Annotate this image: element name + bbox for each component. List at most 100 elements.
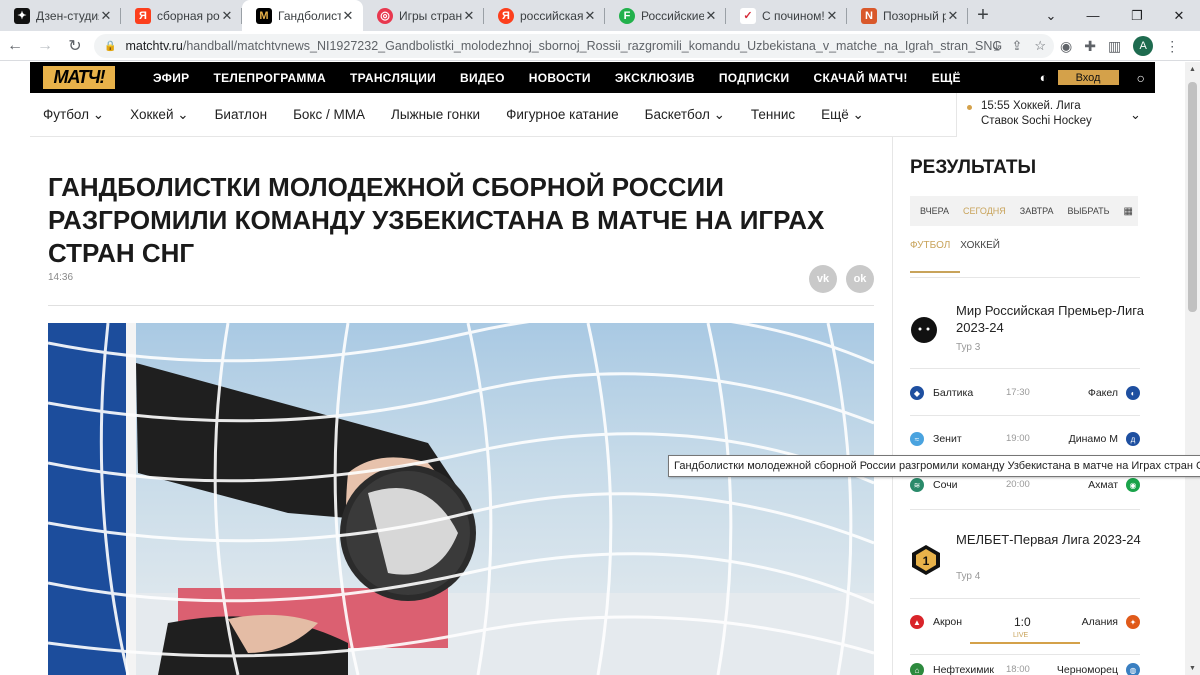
results-sidebar: РЕЗУЛЬТАТЫ ВЧЕРА СЕГОДНЯ ЗАВТРА ВЫБРАТЬ … [892, 137, 1155, 675]
browser-tab[interactable]: Я сборная рос ✕ [121, 0, 242, 31]
zenit-logo-icon: ≈ [910, 432, 924, 446]
chevron-down-icon: ⌄ [713, 106, 725, 122]
match-row[interactable]: ◆ Балтика 17:30 Факел ◐ [910, 384, 1140, 404]
scroll-down-icon[interactable]: ▼ [1185, 661, 1200, 675]
install-app-icon[interactable]: ⤓ [994, 38, 1000, 54]
live-progress [970, 642, 1080, 644]
league-name: Мир Российская Премьер-Лига 2023-24 [956, 303, 1144, 335]
nav-item-efir[interactable]: ЭФИР [141, 71, 201, 85]
day-today[interactable]: СЕГОДНЯ [963, 206, 1006, 216]
sport-figure-skating[interactable]: Фигурное катание [493, 107, 632, 122]
browser-tab[interactable]: Я российская с ✕ [484, 0, 605, 31]
address-bar[interactable]: 🔒 matchtv.ru/handball/matchtvnews_NI1927… [94, 34, 1054, 58]
chevron-down-icon: ⌄ [177, 106, 189, 122]
match-row[interactable]: ≋ Сочи 20:00 Ахмат ◉ [910, 476, 1140, 496]
nav-item-exclusive[interactable]: ЭКСКЛЮЗИВ [603, 71, 707, 85]
restore-icon[interactable]: ❐ [1116, 0, 1158, 31]
back-icon[interactable]: ← [0, 31, 30, 61]
ok-share-icon[interactable]: ok [846, 265, 874, 293]
divider [48, 305, 874, 306]
share-label: vk [816, 273, 830, 285]
vk-share-icon[interactable]: vk [809, 265, 837, 293]
new-tab-button[interactable]: + [968, 0, 998, 31]
extension-icon[interactable]: ◉ [1060, 38, 1072, 55]
calendar-icon[interactable]: ▦ [1124, 206, 1133, 217]
browser-tab-active[interactable]: M Гандболистк ✕ [242, 0, 363, 31]
sport-biathlon[interactable]: Биатлон [202, 107, 281, 122]
sport-skiing[interactable]: Лыжные гонки [378, 107, 493, 122]
sport-more[interactable]: Ещё ⌄ [808, 107, 877, 123]
divider [910, 598, 1140, 599]
nav-item-download-app[interactable]: СКАЧАЙ МАТЧ! [801, 71, 919, 85]
league-block[interactable]: 1 МЕЛБЕТ-Первая Лига 2023-24 Тур 4 [910, 531, 1141, 582]
away-team: Факел [1087, 387, 1118, 399]
page-scrollbar[interactable]: ▲ ▼ [1185, 62, 1200, 675]
puzzle-icon[interactable]: ✚ [1084, 38, 1096, 55]
league-block[interactable]: Мир Российская Премьер-Лига 2023-24 Тур … [910, 302, 1144, 353]
nav-item-broadcasts[interactable]: ТРАНСЛЯЦИИ [338, 71, 448, 85]
live-badge: LIVE [1013, 632, 1029, 639]
day-tomorrow[interactable]: ЗАВТРА [1020, 206, 1054, 216]
tab-title: С почином! [762, 8, 825, 23]
share-icon[interactable]: ⇪ [1011, 38, 1022, 54]
home-team: Акрон [933, 616, 963, 628]
tab-search-icon[interactable]: ⌄ [1030, 0, 1072, 31]
nav-item-video[interactable]: ВИДЕО [448, 71, 517, 85]
close-icon[interactable]: ✕ [946, 8, 960, 24]
scroll-up-icon[interactable]: ▲ [1185, 62, 1200, 76]
avatar[interactable]: A [1133, 36, 1154, 56]
bookmark-star-icon[interactable]: ☆ [1034, 38, 1046, 54]
close-icon[interactable]: ✕ [825, 8, 839, 24]
close-icon[interactable]: ✕ [704, 8, 718, 24]
match-row[interactable]: ⌂ Нефтехимик 18:00 Черноморец ◍ [910, 661, 1140, 675]
day-choose[interactable]: ВЫБРАТЬ [1068, 206, 1110, 216]
nav-item-news[interactable]: НОВОСТИ [517, 71, 603, 85]
minimize-icon[interactable]: — [1072, 0, 1114, 31]
tab-football[interactable]: ФУТБОЛ [910, 240, 961, 273]
alania-logo-icon: ✦ [1126, 615, 1140, 629]
sidepanel-icon[interactable]: ▥ [1108, 38, 1121, 55]
close-icon[interactable]: ✕ [99, 8, 113, 24]
lock-icon[interactable]: 🔒 [104, 41, 116, 52]
tab-hockey[interactable]: ХОККЕЙ [960, 240, 1000, 273]
browser-tab[interactable]: ◎ Игры стран С ✕ [363, 0, 484, 31]
forward-icon[interactable]: → [30, 31, 60, 61]
premier-league-icon [911, 317, 937, 343]
nav-item-more[interactable]: ЕЩЁ [920, 71, 973, 85]
sport-label: Хоккей [130, 106, 174, 122]
day-selector: ВЧЕРА СЕГОДНЯ ЗАВТРА ВЫБРАТЬ ▦ [910, 196, 1138, 226]
day-yesterday[interactable]: ВЧЕРА [920, 206, 949, 216]
scrollbar-thumb[interactable] [1188, 82, 1197, 312]
site-logo[interactable]: МАТЧ! [43, 66, 115, 89]
close-icon[interactable]: ✕ [583, 8, 597, 24]
login-button[interactable]: Вход [1057, 70, 1119, 85]
sport-hockey[interactable]: Хоккей ⌄ [117, 107, 201, 123]
close-icon[interactable]: ✕ [220, 8, 234, 24]
sport-basketball[interactable]: Баскетбол ⌄ [632, 107, 738, 123]
nav-item-subscriptions[interactable]: ПОДПИСКИ [707, 71, 802, 85]
divider [910, 654, 1140, 655]
nav-item-tv-guide[interactable]: ТЕЛЕПРОГРАММА [201, 71, 338, 85]
close-window-icon[interactable]: ✕ [1158, 0, 1200, 31]
sport-boxing-mma[interactable]: Бокс / ММА [280, 107, 378, 122]
match-row-live[interactable]: ▲ Акрон 1:0 LIVE Алания ✦ [910, 613, 1140, 644]
browser-tab[interactable]: N Позорный р ✕ [847, 0, 968, 31]
browser-tab[interactable]: F Российские ✕ [605, 0, 726, 31]
close-icon[interactable]: ✕ [462, 8, 476, 24]
live-ticker[interactable]: 15:55 Хоккей. Лига Ставок Sochi Hockey [956, 93, 1155, 137]
chevron-down-icon[interactable]: ⌄ [1130, 107, 1141, 123]
browser-tab[interactable]: ✓ С почином! ✕ [726, 0, 847, 31]
search-icon[interactable]: ○ [1137, 70, 1145, 86]
url-path: /handball/matchtvnews_NI1927232_Gandboli… [182, 39, 1003, 53]
sport-tennis[interactable]: Теннис [738, 107, 808, 122]
sport-label: Ещё [821, 106, 849, 122]
match-row[interactable]: ≈ Зенит 19:00 Динамо М д [910, 430, 1140, 450]
news-site-icon: N [861, 7, 877, 24]
sochi-logo-icon: ≋ [910, 478, 924, 492]
browser-tab[interactable]: ✦ Дзен-студия ✕ [0, 0, 121, 31]
reload-icon[interactable]: ↻ [60, 31, 90, 61]
close-icon[interactable]: ✕ [341, 8, 355, 24]
sport-football[interactable]: Футбол ⌄ [30, 107, 117, 123]
user-icon[interactable]: ◐ [1040, 70, 1048, 85]
menu-dots-icon[interactable]: ⋮ [1165, 38, 1179, 55]
